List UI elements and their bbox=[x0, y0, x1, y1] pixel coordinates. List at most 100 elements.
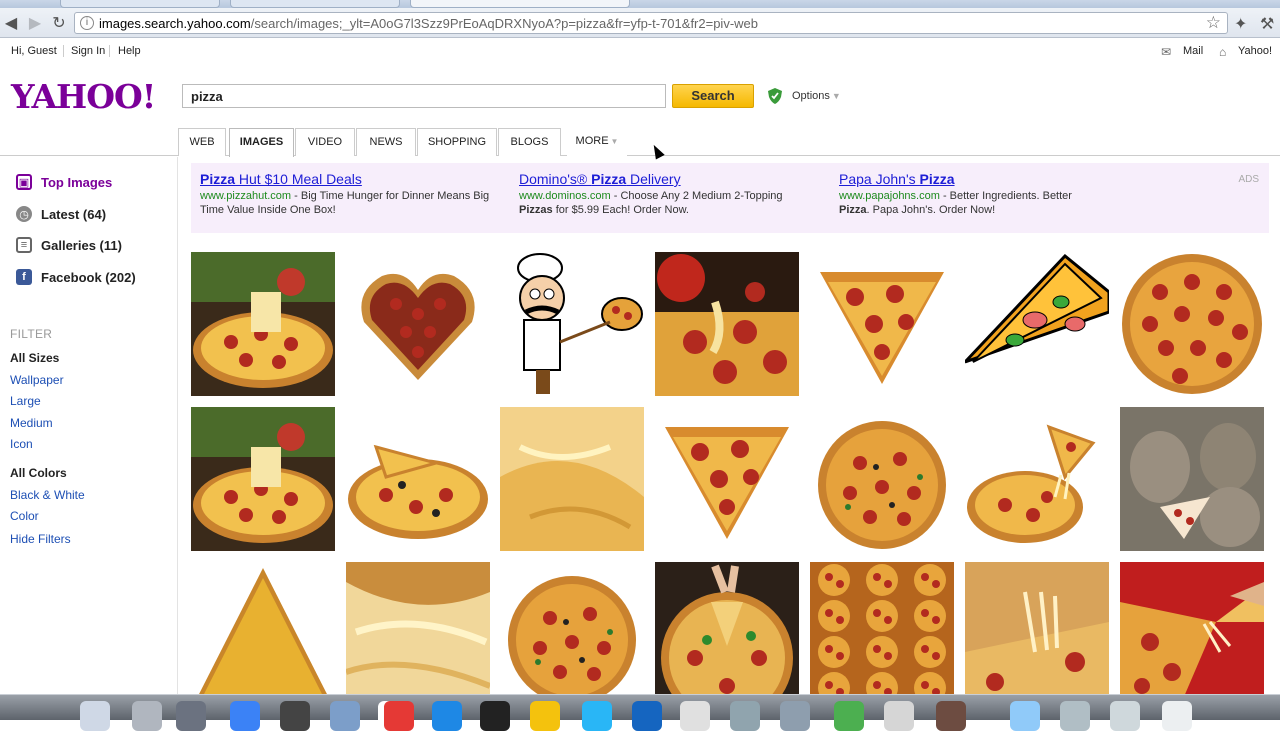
yahoo-logo[interactable]: YAHOO! bbox=[11, 77, 156, 116]
address-bar[interactable]: i images.search.yahoo.com/search/images;… bbox=[74, 12, 1228, 34]
dock-app-icon[interactable] bbox=[330, 701, 360, 731]
browser-tab[interactable] bbox=[230, 0, 400, 8]
thumbnail-image bbox=[346, 252, 490, 396]
home-icon[interactable]: ⌂ bbox=[1219, 45, 1226, 59]
tab-web[interactable]: WEB bbox=[178, 128, 226, 156]
forward-icon[interactable]: ▶ bbox=[24, 12, 46, 34]
image-result-cartoon-slice[interactable] bbox=[965, 252, 1109, 396]
filter-large[interactable]: Large bbox=[10, 394, 41, 408]
image-result-supreme-pizza[interactable] bbox=[810, 407, 954, 551]
image-result-cheese-pizza-closeup[interactable] bbox=[500, 407, 644, 551]
search-button[interactable]: Search bbox=[672, 84, 754, 108]
image-result-squirrels-eating-pizza[interactable] bbox=[1120, 407, 1264, 551]
image-result-cheese-slice[interactable] bbox=[191, 562, 335, 694]
filter-all-colors[interactable]: All Colors bbox=[10, 466, 67, 480]
image-result-cheese-pull-closeup[interactable] bbox=[965, 562, 1109, 694]
dock-app-icon[interactable] bbox=[530, 701, 560, 731]
image-result-hand-pulling-slice[interactable] bbox=[1120, 562, 1264, 694]
image-result-supreme-pizza-slice-pull[interactable] bbox=[346, 407, 490, 551]
image-result-supreme-pizza[interactable] bbox=[500, 562, 644, 694]
sponsored-ads: Pizza Hut $10 Meal Deals www.pizzahut.co… bbox=[191, 163, 1269, 233]
sidebar-item-galleries[interactable]: ≡ Galleries (11) bbox=[16, 236, 122, 254]
image-result-pizza-collage[interactable] bbox=[810, 562, 954, 694]
dock-app-icon[interactable] bbox=[384, 701, 414, 731]
image-result-pizza-cheese-pull[interactable] bbox=[191, 252, 335, 396]
filter-heading: FILTER bbox=[10, 327, 53, 341]
dock-app-icon[interactable] bbox=[632, 701, 662, 731]
filter-all-sizes[interactable]: All Sizes bbox=[10, 351, 59, 365]
dock-app-icon[interactable] bbox=[730, 701, 760, 731]
image-result-pepperoni-slice[interactable] bbox=[655, 407, 799, 551]
thumbnail-image bbox=[810, 252, 954, 396]
ad-title-link[interactable]: Domino's® Pizza Delivery bbox=[519, 171, 819, 187]
yahoo-home-link[interactable]: Yahoo! bbox=[1238, 45, 1272, 57]
dock-app-icon[interactable] bbox=[884, 701, 914, 731]
dock-app-icon[interactable] bbox=[280, 701, 310, 731]
bookmark-star-icon[interactable]: ☆ bbox=[1206, 13, 1221, 33]
ad-description: www.papajohns.com - Better Ingredients. … bbox=[839, 190, 1072, 216]
sidebar-item-facebook[interactable]: f Facebook (202) bbox=[16, 268, 136, 286]
thumbnail-image bbox=[191, 562, 335, 694]
image-result-cheese-closeup[interactable] bbox=[346, 562, 490, 694]
dock-app-icon[interactable] bbox=[1110, 701, 1140, 731]
image-result-pizza-cheese-pull[interactable] bbox=[191, 407, 335, 551]
sidebar-item-latest[interactable]: ◷ Latest (64) bbox=[16, 205, 106, 223]
dock-app-icon[interactable] bbox=[432, 701, 462, 731]
dock-app-icon[interactable] bbox=[1162, 701, 1192, 731]
tab-video[interactable]: VIDEO bbox=[295, 128, 355, 156]
help-link[interactable]: Help bbox=[118, 45, 141, 57]
filter-color[interactable]: Color bbox=[10, 509, 39, 523]
dock-app-icon[interactable] bbox=[1060, 701, 1090, 731]
tab-blogs[interactable]: BLOGS bbox=[498, 128, 561, 156]
sign-in-link[interactable]: Sign In bbox=[71, 45, 105, 57]
browser-tab[interactable] bbox=[60, 0, 220, 8]
ad-title-link[interactable]: Papa John's Pizza bbox=[839, 171, 1099, 187]
image-result-hand-lifting-slice[interactable] bbox=[655, 562, 799, 694]
image-result-whole-pepperoni-pizza[interactable] bbox=[1120, 252, 1264, 396]
dock-app-icon[interactable] bbox=[834, 701, 864, 731]
image-result-pizza-chef-cartoon[interactable] bbox=[500, 252, 644, 396]
browser-tab-active[interactable] bbox=[410, 0, 630, 8]
image-result-pepperoni-slice[interactable] bbox=[810, 252, 954, 396]
facebook-icon: f bbox=[16, 269, 32, 285]
hide-filters-link[interactable]: Hide Filters bbox=[10, 532, 71, 546]
sidebar-item-top-images[interactable]: ▣ Top Images bbox=[16, 173, 112, 191]
mail-icon[interactable]: ✉ bbox=[1161, 45, 1171, 59]
dock-app-icon[interactable] bbox=[132, 701, 162, 731]
dock-app-icon[interactable] bbox=[680, 701, 710, 731]
page-menu-icon[interactable]: ✦ bbox=[1234, 14, 1247, 34]
reload-icon[interactable]: ↻ bbox=[48, 12, 70, 34]
wrench-icon[interactable]: ⚒ bbox=[1260, 14, 1274, 34]
image-result-pizza-slice-lift[interactable] bbox=[965, 407, 1109, 551]
options-menu[interactable]: Options ▼ bbox=[792, 90, 841, 102]
dock-app-icon[interactable] bbox=[582, 701, 612, 731]
thumbnail-image bbox=[965, 252, 1109, 396]
ad-papajohns: Papa John's Pizza www.papajohns.com - Be… bbox=[839, 171, 1099, 217]
ad-title-link[interactable]: Pizza Hut $10 Meal Deals bbox=[200, 171, 500, 187]
dock-app-icon[interactable] bbox=[80, 701, 110, 731]
dock-app-icon[interactable] bbox=[480, 701, 510, 731]
filter-icon[interactable]: Icon bbox=[10, 437, 33, 451]
thumbnail-image bbox=[191, 407, 335, 551]
image-result-heart-pizza[interactable] bbox=[346, 252, 490, 396]
tab-more[interactable]: MORE ▼ bbox=[567, 128, 627, 156]
search-input[interactable] bbox=[182, 84, 666, 108]
browser-tabstrip bbox=[0, 0, 1280, 8]
tab-shopping[interactable]: SHOPPING bbox=[417, 128, 497, 156]
dock-app-icon[interactable] bbox=[780, 701, 810, 731]
tab-news[interactable]: NEWS bbox=[356, 128, 416, 156]
page-icon: i bbox=[80, 16, 94, 30]
dock-app-icon[interactable] bbox=[176, 701, 206, 731]
filter-black-white[interactable]: Black & White bbox=[10, 488, 85, 502]
filter-medium[interactable]: Medium bbox=[10, 416, 53, 430]
thumbnail-image bbox=[810, 562, 954, 694]
thumbnail-image bbox=[346, 562, 490, 694]
mail-link[interactable]: Mail bbox=[1183, 45, 1203, 57]
image-result-pepperoni-tomato-pizza[interactable] bbox=[655, 252, 799, 396]
dock-app-icon[interactable] bbox=[936, 701, 966, 731]
tab-images[interactable]: IMAGES bbox=[229, 128, 294, 157]
back-icon[interactable]: ◀ bbox=[0, 12, 22, 34]
dock-app-icon[interactable] bbox=[230, 701, 260, 731]
dock-app-icon[interactable] bbox=[1010, 701, 1040, 731]
filter-wallpaper[interactable]: Wallpaper bbox=[10, 373, 64, 387]
